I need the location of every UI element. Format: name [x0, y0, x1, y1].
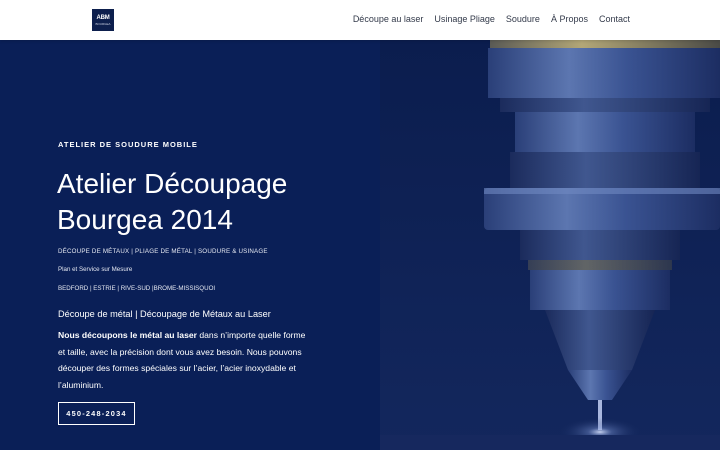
logo-subtext: BOURGEA	[95, 21, 111, 26]
services-line: DÉCOUPE DE MÉTAUX | PLIAGE DE MÉTAL | SO…	[58, 248, 268, 255]
hero-title: Atelier Découpage Bourgea 2014	[57, 168, 288, 235]
nav-item-contact[interactable]: Contact	[599, 14, 630, 24]
site-header: ABM BOURGEA Découpe au laser Usinage Pli…	[0, 0, 720, 40]
laser-nozzle-image	[380, 40, 720, 450]
hero-eyebrow: ATELIER DE SOUDURE MOBILE	[58, 140, 198, 149]
regions-line: BEDFORD | ESTRIE | RIVE-SUD |BROME-MISSI…	[58, 285, 216, 292]
hero-body-bold: Nous découpons le métal au laser	[58, 330, 197, 340]
hero-text-panel: ATELIER DE SOUDURE MOBILE Atelier Découp…	[0, 40, 380, 450]
plan-line: Plan et Service sur Mesure	[58, 266, 133, 273]
laser-nozzle-illustration	[380, 40, 720, 450]
site-logo[interactable]: ABM BOURGEA	[92, 9, 114, 31]
nav-item-a-propos[interactable]: À Propos	[551, 14, 588, 24]
hero-body-text: Nous découpons le métal au laser dans n’…	[58, 327, 308, 393]
main-nav: Découpe au laser Usinage Pliage Soudure …	[353, 14, 630, 24]
nav-item-soudure[interactable]: Soudure	[506, 14, 540, 24]
hero-subheading: Découpe de métal | Découpage de Métaux a…	[58, 309, 271, 319]
logo-text: ABM	[96, 14, 110, 21]
nav-item-usinage-pliage[interactable]: Usinage Pliage	[434, 14, 495, 24]
phone-cta-button[interactable]: 450-248-2034	[58, 402, 135, 425]
hero-section: ATELIER DE SOUDURE MOBILE Atelier Découp…	[0, 40, 720, 450]
nav-item-decoupe-laser[interactable]: Découpe au laser	[353, 14, 424, 24]
